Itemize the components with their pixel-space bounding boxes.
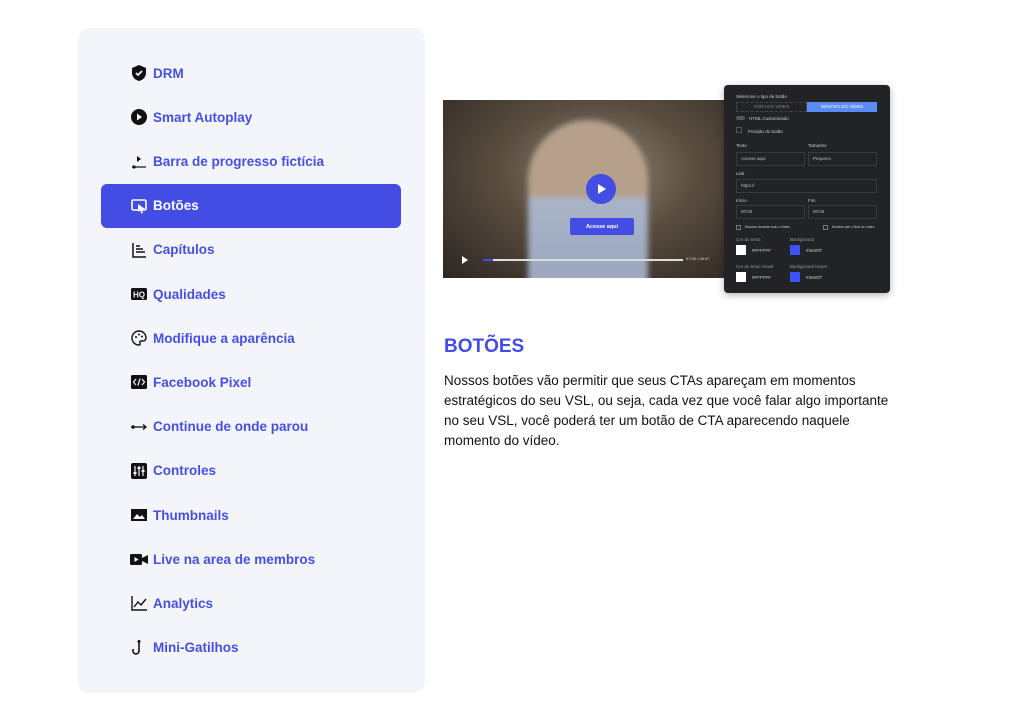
- hover-bg-value: #3e50f7: [806, 275, 823, 280]
- svg-text:HQ: HQ: [133, 291, 145, 300]
- hover-color-value: #FFFFFF: [752, 275, 771, 280]
- size-label: Tamanho: [808, 143, 827, 148]
- text-label: Texto: [736, 143, 747, 148]
- panel-title: Selecione o tipo de botão: [736, 94, 787, 99]
- hover-bg-swatch[interactable]: [790, 272, 800, 282]
- size-select[interactable]: Pequeno: [808, 152, 877, 166]
- progress-bar[interactable]: [483, 259, 683, 261]
- check-full-video[interactable]: [736, 225, 741, 230]
- image-icon: [130, 506, 148, 524]
- sidebar-item-facebook-pixel[interactable]: Facebook Pixel: [101, 360, 401, 404]
- sidebar-item-label: Thumbnails: [153, 507, 229, 523]
- sidebar-item-label: Capítulos: [153, 242, 215, 258]
- sidebar-item-label: Live na area de membros: [153, 551, 316, 567]
- sidebar-item-label: Modifique a aparência: [153, 330, 295, 346]
- sidebar-item-label: Mini-Gatilhos: [153, 640, 239, 656]
- toggle-label: HTML Customizado: [749, 116, 789, 121]
- sidebar-item-label: DRM: [153, 65, 184, 81]
- sidebar-item-label: Botões: [153, 198, 199, 214]
- section-description: Nossos botões vão permitir que seus CTAs…: [444, 373, 889, 448]
- palette-icon: [130, 329, 148, 347]
- features-sidebar: DRM Smart Autoplay Barra de progresso fict…: [78, 28, 425, 693]
- text-color-label: Cor do texto: [736, 237, 761, 242]
- sidebar-item-capitulos[interactable]: Capítulos: [101, 228, 401, 272]
- sidebar-item-continue-de-onde-parou[interactable]: Continue de onde parou: [101, 405, 401, 449]
- play-button[interactable]: [586, 174, 616, 204]
- cta-button[interactable]: Acesse aqui: [570, 218, 634, 235]
- sidebar-item-botoes[interactable]: Botões: [101, 183, 401, 228]
- play-circle-icon: [130, 108, 148, 126]
- video-time: 07:00 / 08:47: [686, 256, 710, 261]
- sidebar-item-thumbnails[interactable]: Thumbnails: [101, 493, 401, 537]
- chart-line-icon: [130, 594, 148, 612]
- sidebar-item-modifique-a-aparencia[interactable]: Modifique a aparência: [101, 316, 401, 360]
- bg-label: Background: [790, 237, 815, 242]
- presenter-image: [528, 120, 648, 278]
- link-label: Link: [736, 171, 745, 176]
- hover-bg-label: Background Hover: [790, 264, 828, 269]
- play-icon: [598, 184, 606, 194]
- sidebar-item-label: Continue de onde parou: [153, 419, 309, 435]
- html-toggle[interactable]: [736, 116, 745, 120]
- hook-icon: [130, 639, 148, 657]
- sidebar-item-analytics[interactable]: Analytics: [101, 581, 401, 625]
- tab-inside-video[interactable]: DENTRO DO VÍDEO: [807, 102, 877, 112]
- cursor-click-icon: [130, 197, 148, 215]
- sidebar-item-label: Qualidades: [153, 286, 226, 302]
- end-input[interactable]: 00:05: [808, 205, 877, 219]
- hover-color-label: Cor do texto Hover: [736, 264, 774, 269]
- play-small-icon[interactable]: [461, 256, 469, 264]
- chapters-icon: [130, 241, 148, 259]
- video-camera-icon: [130, 550, 148, 568]
- sidebar-item-label: Smart Autoplay: [153, 109, 253, 125]
- shield-check-icon: [130, 64, 148, 82]
- text-input[interactable]: Acesse aqui: [736, 152, 805, 166]
- sidebar-item-mini-gatilhos[interactable]: Mini-Gatilhos: [101, 626, 401, 670]
- sidebar-item-label: Analytics: [153, 595, 214, 611]
- hq-icon: HQ: [130, 285, 148, 303]
- hover-color-swatch[interactable]: [736, 272, 746, 282]
- sidebar-item-smart-autoplay[interactable]: Smart Autoplay: [101, 95, 401, 139]
- sidebar-item-label: Facebook Pixel: [153, 374, 252, 390]
- sidebar-item-drm[interactable]: DRM: [101, 51, 401, 95]
- bg-value: #3e50f7: [806, 248, 823, 253]
- check-until-end[interactable]: [823, 225, 828, 230]
- sidebar-item-label: Barra de progresso fictícia: [153, 153, 325, 169]
- position-selector[interactable]: [736, 127, 742, 133]
- sidebar-item-qualidades[interactable]: HQ Qualidades: [101, 272, 401, 316]
- sliders-icon: [130, 462, 148, 480]
- start-label: Início: [736, 198, 747, 203]
- button-settings-panel: Selecione o tipo de botão FORA DO VÍDEO …: [724, 85, 890, 293]
- tab-outside-video[interactable]: FORA DO VÍDEO: [736, 102, 807, 112]
- start-input[interactable]: 00:00: [736, 205, 805, 219]
- text-color-swatch[interactable]: [736, 245, 746, 255]
- end-label: Fim: [808, 198, 816, 203]
- section-title: BOTÕES: [444, 336, 525, 357]
- sidebar-item-label: Controles: [153, 463, 217, 479]
- check1-label: Mostrar durante todo o vídeo: [745, 225, 790, 229]
- text-color-value: #FFFFFF: [752, 248, 771, 253]
- sidebar-item-live-na-area-de-membros[interactable]: Live na area de membros: [101, 537, 401, 581]
- link-input[interactable]: https://: [736, 179, 877, 193]
- sidebar-item-barra-de-progresso-ficticia[interactable]: Barra de progresso fictícia: [101, 139, 401, 183]
- code-icon: [130, 373, 148, 391]
- bg-swatch[interactable]: [790, 245, 800, 255]
- arrow-line-icon: [130, 418, 148, 436]
- video-preview[interactable]: Acesse aqui 07:00 / 08:47: [443, 100, 724, 278]
- sidebar-item-controles[interactable]: Controles: [101, 449, 401, 493]
- check2-label: Mostrar até o final do vídeo: [832, 225, 875, 229]
- progress-bar-icon: [130, 152, 148, 170]
- position-label: Posição do botão: [748, 129, 783, 134]
